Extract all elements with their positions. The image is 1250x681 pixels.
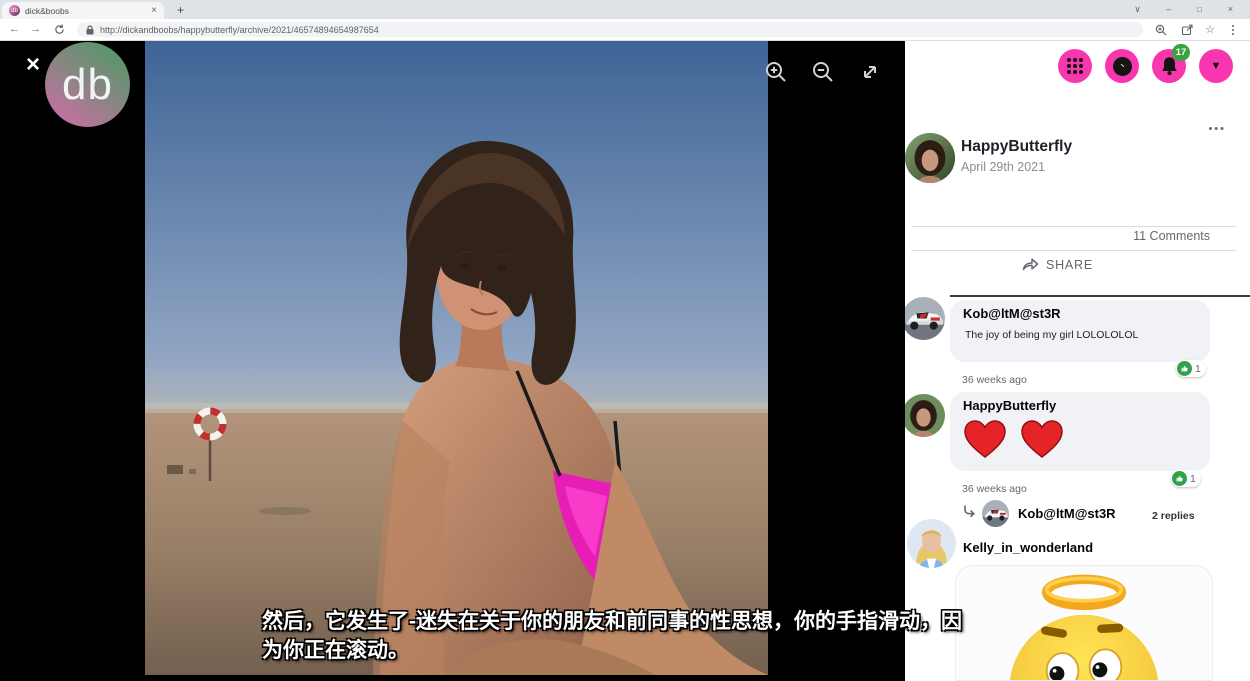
reply-count[interactable]: 2 replies xyxy=(1152,510,1195,522)
heart-icon xyxy=(1019,418,1065,460)
window-close-icon[interactable]: × xyxy=(1215,4,1246,14)
thumbs-up-icon xyxy=(1172,471,1187,486)
comment2-avatar[interactable] xyxy=(905,394,945,437)
page-content: × db xyxy=(0,41,1250,681)
share-button[interactable]: SHARE xyxy=(905,257,1210,272)
reply-arrow-icon xyxy=(962,504,977,524)
comment3-avatar[interactable] xyxy=(907,519,956,568)
window-menu-icon[interactable]: ∨ xyxy=(1122,4,1153,15)
notifications-button[interactable]: 17 xyxy=(1152,49,1186,83)
heart-icon xyxy=(962,418,1008,460)
comments-count[interactable]: 11 Comments xyxy=(1133,229,1210,243)
divider xyxy=(911,250,1236,251)
post-date: April 29th 2021 xyxy=(961,160,1045,174)
site-logo[interactable]: db xyxy=(45,42,130,127)
messenger-icon xyxy=(1112,56,1133,77)
comment1-text: The joy of being my girl LOLOLOLOL xyxy=(965,329,1138,341)
comment2-like-badge[interactable]: 1 xyxy=(1171,470,1201,487)
tab-close-icon[interactable]: × xyxy=(151,6,157,16)
url-bar: ← → http://dickandboobs/happybutterfly/a… xyxy=(0,19,1250,41)
social-nav: 17 ▼ xyxy=(1058,49,1233,83)
post-author-avatar[interactable] xyxy=(905,133,955,183)
browser-chrome: db dick&boobs × + ∨ – □ × ← → http://dic… xyxy=(0,0,1250,41)
angel-emoji xyxy=(978,570,1190,681)
window-controls: ∨ – □ × xyxy=(1122,0,1246,18)
comment1-author[interactable]: Kob@ltM@st3R xyxy=(963,306,1061,321)
messenger-button[interactable] xyxy=(1105,49,1139,83)
apps-grid-icon xyxy=(1067,58,1083,74)
social-sidebar: 17 ▼ ••• HappyButterfly April 29th 2021 … xyxy=(905,41,1250,681)
address-pill[interactable]: http://dickandboobs/happybutterfly/archi… xyxy=(77,22,1143,37)
post-photo[interactable] xyxy=(145,41,768,675)
lock-icon xyxy=(86,25,94,35)
account-menu-button[interactable]: ▼ xyxy=(1199,49,1233,83)
reload-icon[interactable] xyxy=(51,24,67,35)
apps-grid-button[interactable] xyxy=(1058,49,1092,83)
url-text[interactable]: http://dickandboobs/happybutterfly/archi… xyxy=(100,25,379,35)
restore-icon[interactable]: □ xyxy=(1184,5,1215,14)
site-favicon: db xyxy=(9,5,20,16)
tab-strip: db dick&boobs × + ∨ – □ × xyxy=(0,0,1250,19)
browser-tab[interactable]: db dick&boobs × xyxy=(2,2,164,19)
share-page-icon[interactable] xyxy=(1179,24,1195,36)
share-label: SHARE xyxy=(1046,258,1093,272)
zoom-in-icon[interactable] xyxy=(764,60,789,85)
post-options-icon[interactable]: ••• xyxy=(1208,123,1226,135)
comments-top-rule xyxy=(950,295,1250,297)
comment2-time[interactable]: 36 weeks ago xyxy=(962,483,1027,495)
zoom-page-icon[interactable] xyxy=(1153,24,1169,36)
comment2-author[interactable]: HappyButterfly xyxy=(963,398,1056,413)
notification-badge: 17 xyxy=(1172,44,1190,61)
new-tab-button[interactable]: + xyxy=(177,3,184,17)
comment1-time[interactable]: 36 weeks ago xyxy=(962,374,1027,386)
comment2-hearts xyxy=(962,418,1065,460)
subtitle-line2: 为你正在滚动。 xyxy=(262,636,1007,665)
comment1-like-badge[interactable]: 1 xyxy=(1176,360,1206,377)
reply-avatar[interactable] xyxy=(982,500,1009,527)
share-arrow-icon xyxy=(1022,257,1039,272)
divider xyxy=(911,226,1236,227)
photo-zoom-controls xyxy=(764,60,882,85)
minimize-icon[interactable]: – xyxy=(1153,4,1184,14)
comment3-author[interactable]: Kelly_in_wonderland xyxy=(963,540,1093,555)
bookmark-star-icon[interactable]: ☆ xyxy=(1205,23,1215,36)
forward-icon[interactable]: → xyxy=(30,24,41,35)
post-author-name[interactable]: HappyButterfly xyxy=(961,138,1072,156)
fullscreen-icon[interactable] xyxy=(858,60,882,85)
lightbox-close-icon[interactable]: × xyxy=(26,53,40,77)
reply-author[interactable]: Kob@ltM@st3R xyxy=(1018,506,1116,521)
thumbs-up-icon xyxy=(1177,361,1192,376)
tab-title: dick&boobs xyxy=(25,6,146,16)
comment2-like-count: 1 xyxy=(1190,473,1200,485)
subtitle-line1: 然后，它发生了-迷失在关于你的朋友和前同事的性思想，你的手指滑动，因 xyxy=(262,607,1007,636)
chevron-down-icon: ▼ xyxy=(1211,61,1222,72)
comment1-avatar[interactable] xyxy=(905,297,945,340)
browser-menu-icon[interactable] xyxy=(1225,25,1241,35)
zoom-out-icon[interactable] xyxy=(811,60,836,85)
comment1-like-count: 1 xyxy=(1195,363,1205,375)
back-icon[interactable]: ← xyxy=(9,24,20,35)
game-subtitle: 然后，它发生了-迷失在关于你的朋友和前同事的性思想，你的手指滑动，因 为你正在滚… xyxy=(262,607,1007,665)
